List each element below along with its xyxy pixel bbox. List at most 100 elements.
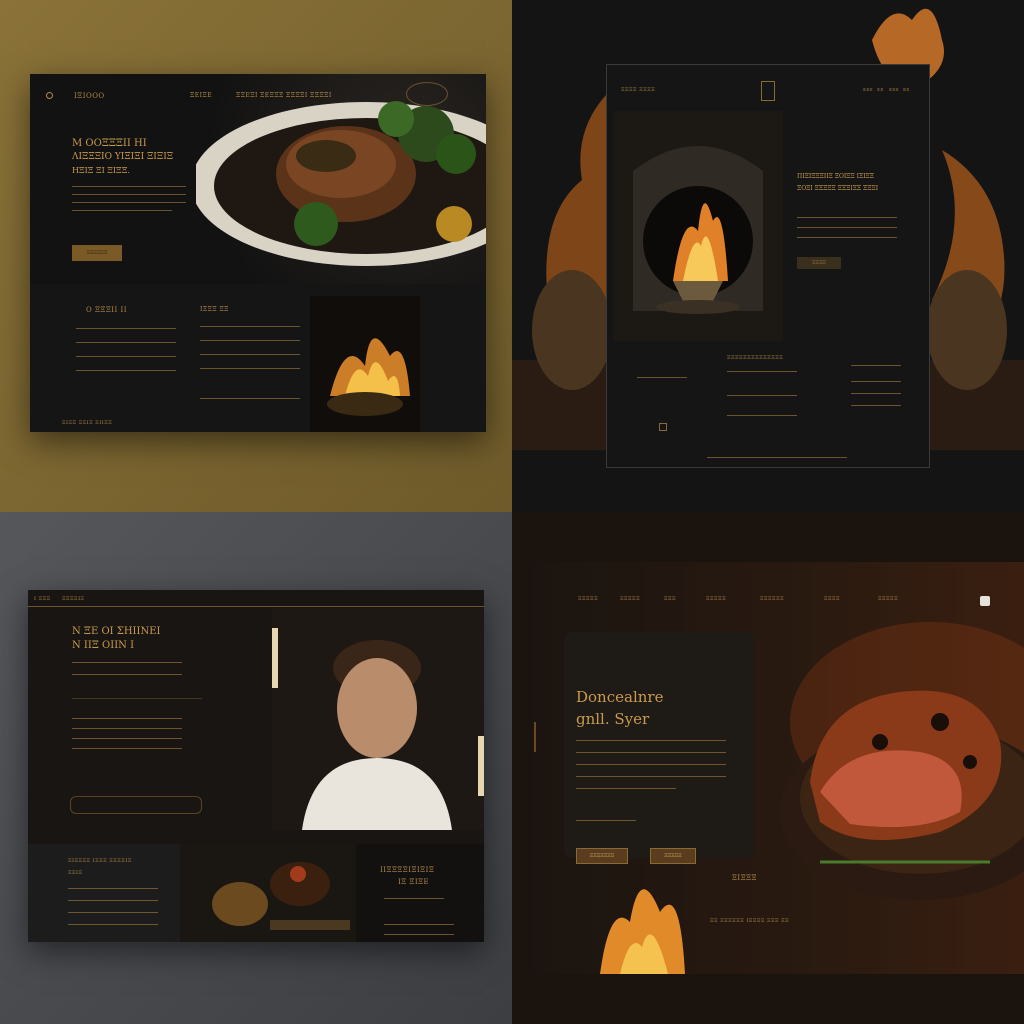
nav-item[interactable]: ΞΞΞΞΞ xyxy=(620,596,640,602)
body-text-line xyxy=(200,398,300,399)
nav-item[interactable]: ΞΞΞΞΞ xyxy=(706,596,726,602)
primary-button[interactable]: ΞΞΞΞΞΞΞ xyxy=(576,848,628,864)
body-text-line xyxy=(851,381,901,382)
section-label: ΞΙΞΞΞ xyxy=(732,874,757,882)
website-frame: ΞΞΞΞΞ ΞΞΞΞΞ ΞΞΞ ΞΞΞΞΞ ΞΞΞΞΞΞ ΞΞΞΞ ΞΞΞΞΞ … xyxy=(520,562,1024,974)
crest-emblem-icon xyxy=(406,82,448,106)
hero-headline-line-2: Ν ΙΙΞ ΟΙΙΝ Ι xyxy=(72,640,135,651)
top-rule xyxy=(28,606,484,607)
body-text-line xyxy=(72,674,182,675)
hero-cta-button[interactable] xyxy=(70,796,202,814)
hero-cta-button[interactable]: ΞΞΞΞ xyxy=(797,257,841,269)
nav-item[interactable]: ΞΞ xyxy=(877,87,884,92)
body-text-line xyxy=(797,227,897,228)
body-text-line xyxy=(72,748,182,749)
section-title: ΞΞΞΞΞΞΞΞΞΞΞΞΞΞ xyxy=(727,355,784,361)
card-subtitle: ΞΞΙΞ xyxy=(68,870,83,876)
mockup-top-left: ΙΞΙΟΟΟ ΞΕΙΞΕ ΞΞΕΞΙ ΞΕΞΞΞ ΞΞΞΞΙ ΞΞΞΞΙ Μ Ο… xyxy=(0,0,512,512)
body-text-line xyxy=(76,370,176,371)
site-brand[interactable]: ΞΞΞΞ ΞΞΞΞ xyxy=(621,87,655,93)
body-text-line xyxy=(68,924,158,925)
nav-item[interactable]: ΞΞΞ xyxy=(863,87,873,92)
nav-item[interactable]: ΞΕΙΞΕ xyxy=(190,92,212,99)
nav-item[interactable]: ΞΞΞΞ xyxy=(824,596,840,602)
social-icon[interactable] xyxy=(659,423,667,431)
card-title: ΞΙΞΞΞΞ ΙΞΞΞ ΞΞΞΞΙΞ xyxy=(68,858,132,864)
back-icon[interactable] xyxy=(46,92,53,99)
body-text-line xyxy=(576,752,726,753)
body-text-line xyxy=(576,740,726,741)
card-left: ΞΙΞΞΞΞ ΙΞΞΞ ΞΞΞΞΙΞ ΞΞΙΞ xyxy=(28,844,180,942)
body-text-line xyxy=(72,738,182,739)
hero-headline-line-2: gnll. Syer xyxy=(576,710,650,728)
fire-pan-image xyxy=(310,296,420,432)
website-frame: ΞΞΞΞ ΞΞΞΞ ΞΞΞ ΞΞ ΞΞΞ ΞΞ ΠΙΞΙΞΞΞΙΙΞ ΞΟΙΞΞ… xyxy=(606,64,930,468)
nav-item[interactable]: ΞΞΞ xyxy=(664,596,676,602)
hero-headline-line-1: Ν ΞΕ ΟΙ ΣΗΙΙΝΕΙ xyxy=(72,626,161,637)
panel-title: ΙΙΞΞΞΞΙΞΙΞΙΞ xyxy=(380,866,435,874)
nav-item[interactable]: ΞΞΞΞΙ xyxy=(310,92,332,99)
body-text-line xyxy=(200,340,300,341)
footer-line xyxy=(707,457,847,458)
nav-item[interactable]: ΞΞ xyxy=(903,87,910,92)
body-text-line xyxy=(68,912,158,913)
body-text-line xyxy=(797,237,897,238)
body-text-line xyxy=(576,788,676,789)
topbar-item[interactable]: ΞΞΞΞΙΞ xyxy=(62,596,85,602)
hero-headline-line-1: Μ ΟΟΞΞΞΙΙ ΗΙ xyxy=(72,138,147,149)
secondary-button[interactable]: ΞΞΞΞΞ xyxy=(650,848,696,864)
oven-fire-image xyxy=(613,111,783,341)
body-text-line xyxy=(72,186,186,187)
nav-item[interactable]: ΞΞΞΞΙ xyxy=(286,92,308,99)
content-card xyxy=(564,632,754,858)
nav-item[interactable]: ΞΞΞ xyxy=(889,87,899,92)
site-logo[interactable]: ΙΞΙΟΟΟ xyxy=(74,92,105,100)
body-text-line xyxy=(384,934,454,935)
hero-headline-line-1: Doncealnre xyxy=(576,688,664,706)
chef-portrait-image xyxy=(272,608,484,830)
side-indicator xyxy=(534,722,542,752)
website-frame: Ι ΞΞΞ ΞΞΞΞΙΞ Ν ΞΕ ΟΙ ΣΗΙΙΝΕΙ Ν ΙΙΞ ΟΙΙΝ … xyxy=(28,590,484,942)
body-text-line xyxy=(68,888,158,889)
hero-image xyxy=(613,111,783,341)
body-text-line xyxy=(576,776,726,777)
body-text-line xyxy=(72,728,182,729)
body-text-line xyxy=(384,924,454,925)
body-text-line xyxy=(727,415,797,416)
body-text-line xyxy=(76,356,176,357)
hero-headline-line-2: ΞΟΞΙ ΞΞΞΞΞ ΞΞΞΙΞΞ ΞΞΞΙ xyxy=(797,185,879,192)
hero-headline-line-1: ΠΙΞΙΞΞΞΙΙΞ ΞΟΙΞΞ ΙΞΙΞΞ xyxy=(797,173,874,180)
menu-icon[interactable] xyxy=(980,596,990,606)
website-frame: ΙΞΙΟΟΟ ΞΕΙΞΕ ΞΞΕΞΙ ΞΕΞΞΞ ΞΞΞΞΙ ΞΞΞΞΙ Μ Ο… xyxy=(30,74,486,432)
divider xyxy=(72,698,202,699)
footer-text: ΞΙΞΞ ΞΞΙΞ ΞΙΙΞΞ xyxy=(62,420,113,426)
nav-item[interactable]: ΞΕΞΞΞ xyxy=(260,92,284,99)
body-text-line xyxy=(797,217,897,218)
nav-item[interactable]: ΞΞΕΞΙ xyxy=(236,92,258,99)
nav-item[interactable]: ΞΞΞΞΞ xyxy=(878,596,898,602)
section-title-left: Ο ΞΞΞΙΙ ΙΙ xyxy=(86,306,128,314)
food-image xyxy=(180,844,356,942)
hero-cta-button[interactable]: ΞΞΞΞΞΞ xyxy=(72,245,122,261)
body-text-line xyxy=(384,898,444,899)
hero-headline-line-3: ΗΞΙΞ ΞΙ ΞΙΞΞ. xyxy=(72,166,130,175)
body-text-line xyxy=(637,377,687,378)
section-title-right: ΙΞΞΞ ΞΞ xyxy=(200,306,229,313)
body-text-line xyxy=(851,393,901,394)
nav-item[interactable]: ΞΞΞΞΞ xyxy=(578,596,598,602)
body-text-line xyxy=(72,194,186,195)
body-text-line xyxy=(76,328,176,329)
body-text-line xyxy=(200,354,300,355)
topbar-item[interactable]: Ι ΞΞΞ xyxy=(34,596,51,602)
body-text-line xyxy=(576,820,636,821)
panel-subtitle: ΙΞ ΞΙΞΕ xyxy=(398,878,430,886)
body-text-line xyxy=(576,764,726,765)
body-text-line xyxy=(72,210,172,211)
body-text-line xyxy=(851,405,901,406)
body-text-line xyxy=(68,900,158,901)
nav-item[interactable]: ΞΞΞΞΞΞ xyxy=(760,596,784,602)
body-text-line xyxy=(727,371,797,372)
crest-emblem-icon xyxy=(761,81,775,101)
mockup-top-right: ΞΞΞΞ ΞΞΞΞ ΞΞΞ ΞΞ ΞΞΞ ΞΞ ΠΙΞΙΞΞΞΙΙΞ ΞΟΙΞΞ… xyxy=(512,0,1024,512)
body-text-line xyxy=(851,365,901,366)
